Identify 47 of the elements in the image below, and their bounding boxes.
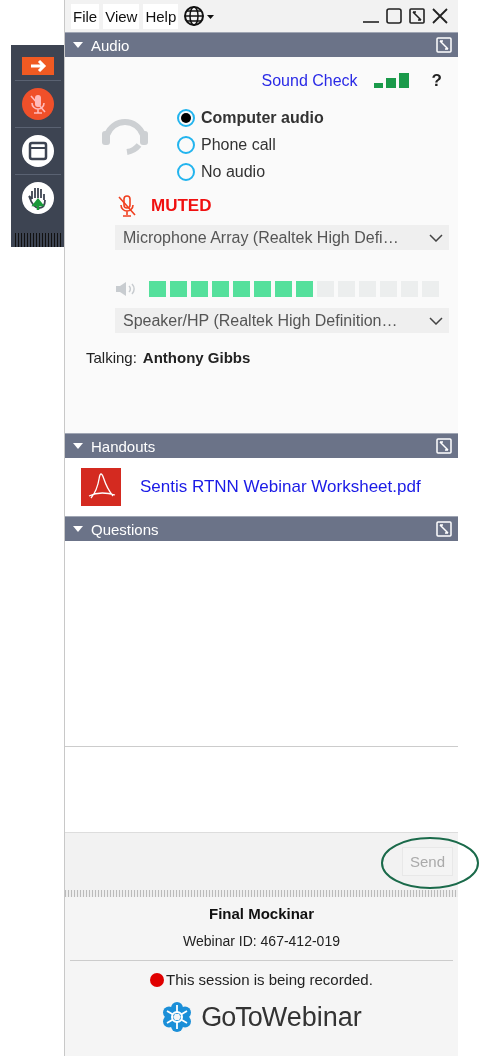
- talking-label: Talking: Anthony Gibbs: [86, 349, 252, 366]
- triangle-icon[interactable]: [73, 442, 83, 450]
- radio-button[interactable]: [177, 109, 195, 127]
- radio-label[interactable]: Computer audio: [201, 109, 324, 127]
- radio-button[interactable]: [177, 136, 195, 154]
- globe-icon[interactable]: [182, 5, 217, 27]
- arrow-button[interactable]: [21, 57, 54, 75]
- popout-icon[interactable]: [409, 8, 425, 24]
- pdf-file-icon: [81, 468, 121, 506]
- window-button[interactable]: [21, 135, 54, 167]
- sound-check-link[interactable]: Sound Check: [261, 72, 358, 90]
- maximize-icon[interactable]: [386, 8, 402, 24]
- webinar-title: Final Mockinar: [209, 905, 314, 922]
- speaker-name: Speaker/HP (Realtek High Definition…: [123, 311, 398, 330]
- section-header[interactable]: Questions: [65, 516, 458, 541]
- triangle-icon[interactable]: [73, 525, 83, 533]
- recording-notice: This session is being recorded.: [166, 971, 373, 988]
- menu-item[interactable]: Help: [143, 3, 179, 29]
- drag-handle[interactable]: [14, 233, 61, 247]
- microphone-dropdown[interactable]: Microphone Array (Realtek High Defi…: [115, 225, 449, 250]
- resize-handle[interactable]: [65, 890, 458, 897]
- handout-link[interactable]: Sentis RTNN Webinar Worksheet.pdf: [140, 477, 421, 497]
- muted-status: MUTED: [151, 196, 212, 216]
- gotowebinar-logo: GoToWebinar: [201, 1001, 362, 1033]
- help-button[interactable]: ?: [431, 71, 442, 91]
- section-header[interactable]: Handouts: [65, 433, 458, 458]
- section-title: Audio: [91, 36, 131, 54]
- radio-label[interactable]: No audio: [201, 163, 266, 181]
- raise-hand-button[interactable]: [21, 182, 54, 214]
- section-header[interactable]: Audio: [65, 32, 458, 57]
- radio-button[interactable]: [177, 163, 195, 181]
- section-title: Handouts: [91, 437, 157, 455]
- microphone-name: Microphone Array (Realtek High Defi…: [123, 228, 399, 247]
- section-title: Questions: [91, 520, 160, 538]
- radio-label[interactable]: Phone call: [201, 136, 276, 154]
- menu-item[interactable]: View: [103, 3, 140, 29]
- close-icon[interactable]: [432, 8, 448, 24]
- flower-logo-icon: [161, 1001, 194, 1033]
- signal-bars-icon: [373, 73, 410, 89]
- webinar-id: Webinar ID: 467-412-019: [183, 933, 340, 949]
- recording-dot-icon: [150, 972, 165, 987]
- muted-microphone-button[interactable]: [21, 88, 54, 120]
- triangle-icon[interactable]: [73, 41, 83, 49]
- chevron-down-icon: [429, 233, 443, 242]
- speaker-dropdown[interactable]: Speaker/HP (Realtek High Definition…: [115, 308, 449, 333]
- menu-item[interactable]: File: [71, 3, 100, 29]
- chevron-down-icon: [429, 316, 443, 325]
